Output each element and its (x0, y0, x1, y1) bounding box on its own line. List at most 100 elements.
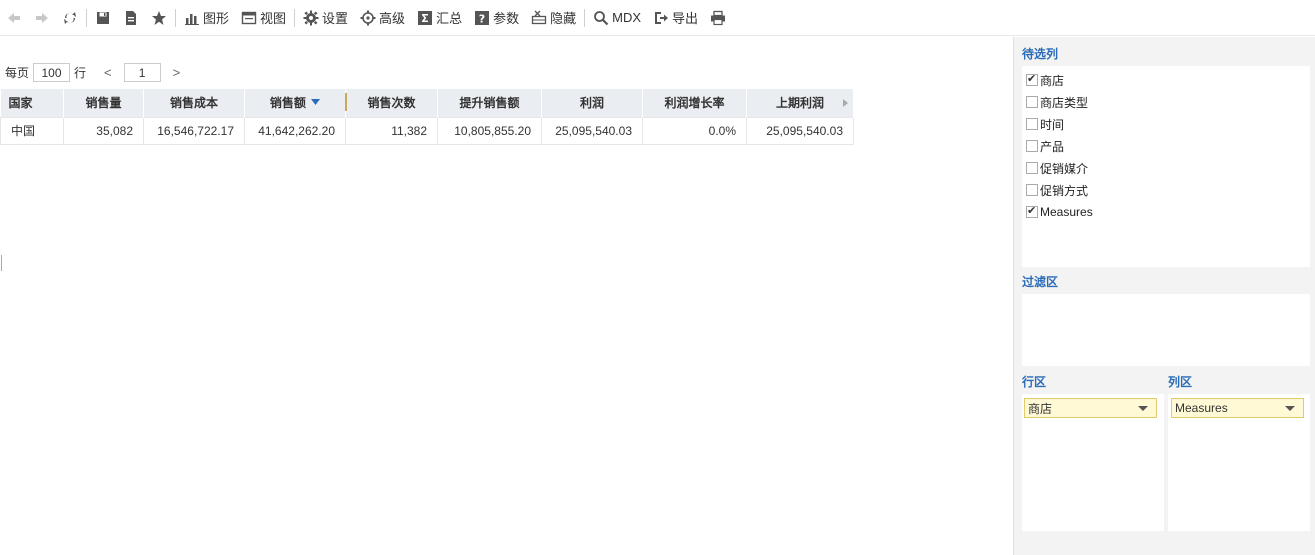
arrow-right-icon (36, 12, 48, 23)
next-page-button[interactable]: > (173, 65, 181, 80)
params-button[interactable]: ? 参数 (474, 7, 519, 29)
filter-drop-zone[interactable] (1022, 294, 1310, 366)
scroll-right-icon[interactable] (843, 99, 848, 107)
hide-icon (531, 10, 547, 24)
pager: 每页 100 行 < 1 > (5, 63, 180, 82)
prev-page-button[interactable]: < (104, 65, 112, 80)
table-cell[interactable]: 25,095,540.03 (746, 116, 854, 145)
field-label: 时间 (1040, 117, 1065, 132)
checkbox-checked[interactable] (1026, 72, 1038, 86)
settings-button[interactable]: 设置 (303, 7, 348, 29)
field-item[interactable]: 商店类型 (1026, 91, 1310, 113)
checkbox[interactable] (1026, 184, 1038, 196)
table-cell[interactable]: 16,546,722.17 (143, 116, 245, 145)
summary-button[interactable]: 汇总 (417, 7, 462, 29)
forward-button[interactable] (34, 7, 50, 29)
save-icon (97, 11, 109, 24)
checkbox[interactable] (1026, 162, 1038, 174)
field-item[interactable]: 产品 (1026, 135, 1310, 157)
checkbox[interactable] (1026, 96, 1038, 108)
export-icon (655, 11, 668, 24)
column-header[interactable]: 销售量 (63, 89, 144, 117)
table-cell[interactable]: 11,382 (345, 116, 438, 145)
field-item[interactable]: 商店 (1026, 69, 1310, 91)
question-icon: ? (475, 10, 490, 25)
column-header-last[interactable]: 上期利润 (746, 89, 854, 117)
chevron-down-icon[interactable] (1285, 406, 1295, 411)
field-label: 促销媒介 (1040, 161, 1089, 176)
settings-label: 设置 (322, 11, 349, 26)
mdx-button[interactable]: MDX (593, 7, 641, 29)
page-size-input[interactable]: 100 (33, 63, 71, 82)
chevron-down-icon[interactable] (1138, 406, 1148, 411)
document-icon (126, 10, 136, 25)
column-field-chip[interactable]: Measures (1171, 398, 1304, 418)
view-button[interactable]: 视图 (241, 7, 286, 29)
field-item[interactable]: Measures (1026, 201, 1310, 223)
favorite-button[interactable] (151, 7, 167, 29)
row-field-label: 商店 (1028, 401, 1053, 416)
field-item[interactable]: 促销媒介 (1026, 157, 1310, 179)
chart-button[interactable]: 图形 (184, 7, 229, 29)
column-resize-handle[interactable] (345, 93, 347, 111)
advanced-button[interactable]: 高级 (360, 7, 405, 29)
printer-icon (711, 10, 726, 25)
column-header[interactable]: 销售成本 (143, 89, 245, 117)
toolbar-divider (584, 8, 586, 27)
back-button[interactable] (6, 7, 22, 29)
column-header-sorted[interactable]: 销售额 (244, 89, 347, 117)
per-page-label: 每页 (5, 66, 30, 80)
save-as-button[interactable] (123, 7, 139, 29)
hide-button[interactable]: 隐藏 (531, 7, 576, 29)
row-field-chip[interactable]: 商店 (1024, 398, 1157, 418)
table-cell[interactable]: 中国 (0, 116, 64, 145)
refresh-button[interactable] (62, 7, 78, 29)
column-header[interactable]: 利润 (541, 89, 643, 117)
chart-label: 图形 (203, 11, 230, 26)
field-label: 商店类型 (1040, 95, 1089, 110)
column-header-label: 销售额 (269, 96, 306, 111)
field-label: 商店 (1040, 73, 1065, 88)
column-field-label: Measures (1175, 401, 1228, 415)
data-table: 国家 销售量 销售成本 销售额 销售次数 提升销售额 利润 利润增长率 上期利润 (0, 89, 854, 145)
toolbar-divider (294, 8, 296, 27)
toolbar-divider (86, 8, 87, 27)
table-cell[interactable]: 41,642,262.20 (244, 116, 346, 145)
available-columns-title: 待选列 (1022, 47, 1059, 61)
checkbox[interactable] (1026, 140, 1038, 152)
table-cell[interactable]: 35,082 (63, 116, 144, 145)
params-label: 参数 (493, 11, 520, 26)
row-area-title: 行区 (1022, 375, 1047, 389)
field-label: 促销方式 (1040, 183, 1089, 198)
hide-label: 隐藏 (550, 11, 577, 26)
advanced-gear-icon (360, 10, 376, 25)
text-caret (1, 255, 2, 271)
toolbar: 图形 视图 设置 高级 汇总 ? 参数 隐藏 MDX 导出 (0, 0, 1315, 36)
page-number-input[interactable]: 1 (123, 63, 161, 82)
column-header[interactable]: 提升销售额 (437, 89, 542, 117)
table-cell[interactable]: 0.0% (642, 116, 747, 145)
sort-desc-icon[interactable] (311, 99, 321, 106)
table-cell[interactable]: 25,095,540.03 (541, 116, 643, 145)
column-drop-zone[interactable]: Measures (1168, 394, 1310, 531)
column-area-title: 列区 (1168, 375, 1193, 389)
field-item[interactable]: 促销方式 (1026, 179, 1310, 201)
field-panel: 待选列 商店 商店类型 时间 产品 促销媒介 促销方式 Measures (1013, 37, 1315, 555)
column-header[interactable]: 国家 (0, 89, 64, 117)
checkbox-checked[interactable] (1026, 204, 1038, 218)
print-button[interactable] (710, 7, 726, 29)
export-button[interactable]: 导出 (653, 7, 698, 29)
table-cell[interactable]: 10,805,855.20 (437, 116, 542, 145)
arrow-left-icon (8, 12, 20, 23)
row-drop-zone[interactable]: 商店 (1022, 394, 1164, 531)
available-columns-list: 商店 商店类型 时间 产品 促销媒介 促销方式 Measures (1022, 66, 1310, 267)
save-button[interactable] (95, 7, 111, 29)
field-label: 产品 (1040, 139, 1065, 154)
export-label: 导出 (672, 11, 699, 26)
field-item[interactable]: 时间 (1026, 113, 1310, 135)
filter-area-title: 过滤区 (1022, 275, 1059, 289)
mdx-label: MDX (612, 10, 641, 25)
checkbox[interactable] (1026, 118, 1038, 130)
column-header[interactable]: 利润增长率 (642, 89, 747, 117)
column-header[interactable]: 销售次数 (345, 89, 438, 117)
